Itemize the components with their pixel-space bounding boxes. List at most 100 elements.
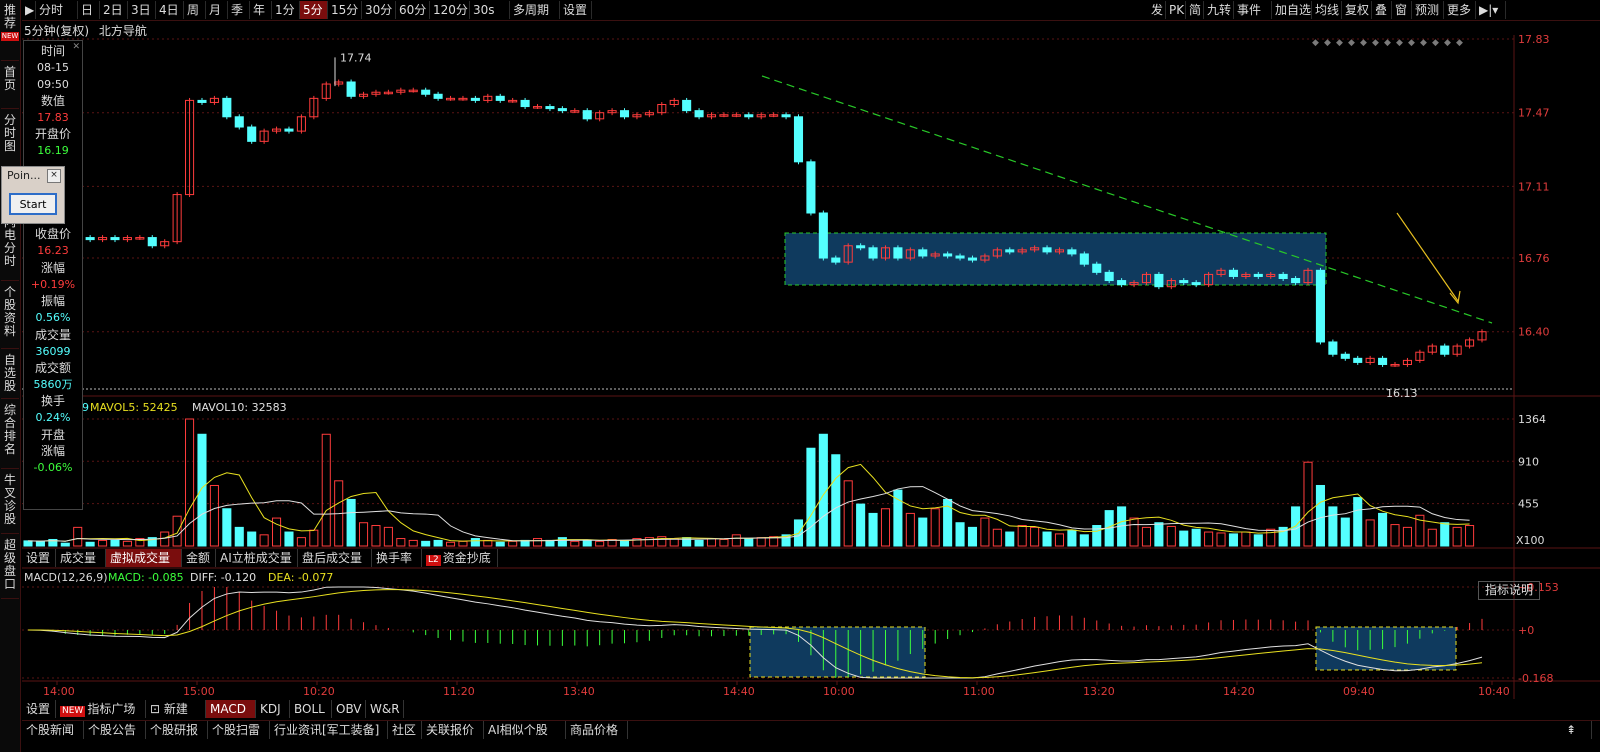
period-3[interactable]: 3日 — [128, 1, 156, 19]
period-0[interactable]: 分时 — [36, 1, 78, 19]
volume-bar — [1340, 517, 1350, 547]
start-button[interactable]: Start — [9, 193, 57, 215]
panel-close-icon[interactable]: ✕ — [72, 42, 80, 52]
period-17[interactable]: 设置 — [560, 1, 592, 19]
time-axis-label: 13:40 — [563, 685, 595, 698]
candle-body — [147, 237, 157, 247]
toolbar-right-11[interactable]: 更多 — [1444, 1, 1476, 19]
toolbar-right-5[interactable]: 加自选 — [1272, 1, 1312, 19]
toolbar-right-6[interactable]: 均线 — [1312, 1, 1342, 19]
indicator-tab-5[interactable]: BOLL — [290, 700, 332, 718]
period-9[interactable]: 1分 — [272, 1, 300, 19]
volume-tab-5[interactable]: 盘后成交量 — [298, 549, 372, 567]
volume-tab-6[interactable]: 换手率 — [372, 549, 422, 567]
candle-body — [868, 247, 878, 259]
volume-tab-3[interactable]: 金额 — [182, 549, 216, 567]
time-value: 09:50 — [37, 78, 69, 91]
period-14[interactable]: 120分 — [430, 1, 470, 19]
volume-tick-label: 910 — [1518, 455, 1539, 468]
indicator-tab-0[interactable]: 设置 — [22, 700, 56, 718]
period-6[interactable]: 月 — [206, 1, 228, 19]
bottom-tab-1[interactable]: 个股公告 — [84, 721, 146, 739]
bottom-tab-8[interactable]: 商品价格 — [566, 721, 628, 739]
period-7[interactable]: 季 — [228, 1, 250, 19]
volume-bar — [433, 539, 443, 547]
volume-bar — [1228, 533, 1238, 547]
toolbar-right-0[interactable]: 发 — [1148, 1, 1166, 19]
bottom-tab-3[interactable]: 个股扫雷 — [208, 721, 270, 739]
bottom-tab-5[interactable]: 社区 — [388, 721, 422, 739]
volume-bar — [172, 515, 182, 547]
toolbar-right-8[interactable]: 叠 — [1372, 1, 1392, 19]
period-13[interactable]: 60分 — [396, 1, 430, 19]
volume-tab-4[interactable]: AI立桩成交量 — [216, 549, 298, 567]
indicator-tab-3[interactable]: MACD — [206, 700, 256, 718]
macd-dea-label: DEA: -0.077 — [268, 571, 333, 584]
amt-label: 成交额 — [34, 361, 71, 375]
toolbar-right-1[interactable]: PK — [1166, 1, 1186, 19]
volume-bar — [880, 508, 891, 547]
period-15[interactable]: 30s — [470, 1, 510, 19]
period-8[interactable]: 年 — [250, 1, 272, 19]
period-1[interactable]: 日 — [78, 1, 100, 19]
drawing-tool-icon: ◆ — [1456, 38, 1463, 48]
expand-up-icon[interactable]: ⇞ — [1562, 721, 1592, 739]
volume-bar — [856, 503, 866, 547]
indicator-tab-2[interactable]: ⊡ 新建 — [146, 700, 206, 718]
vol-label: 成交量 — [34, 328, 71, 342]
toolbar-right-4[interactable]: 事件 — [1234, 1, 1272, 19]
volume-bar — [247, 531, 257, 547]
bottom-tab-4[interactable]: 行业资讯[军工装备] — [270, 721, 388, 739]
high-price-label: 17.74 — [340, 51, 372, 64]
period-4[interactable]: 4日 — [156, 1, 184, 19]
volume-tab-2[interactable]: 虚拟成交量 — [106, 549, 182, 567]
period-16[interactable]: 多周期 — [510, 1, 560, 19]
candle-body — [1104, 271, 1114, 282]
indicator-tab-7[interactable]: W&R — [366, 700, 404, 718]
left-nav-item-7[interactable]: 牛叉诊股 — [1, 470, 19, 534]
candle-body — [1005, 249, 1015, 253]
indicator-tab-1[interactable]: NEW 指标广场 — [56, 700, 146, 718]
left-nav-item-5[interactable]: 自选股 — [1, 350, 19, 399]
indicator-help-button[interactable]: 指标说明 — [1478, 581, 1541, 600]
bottom-tab-6[interactable]: 关联报价 — [422, 721, 484, 739]
volume-bar — [396, 538, 406, 547]
candle-body — [1328, 341, 1338, 355]
volume-bar — [1141, 526, 1152, 547]
toolbar-right-10[interactable]: 预测 — [1412, 1, 1444, 19]
toolbar-right-9[interactable]: 窗 — [1392, 1, 1412, 19]
period-10[interactable]: 5分 — [300, 1, 328, 19]
volume-tab-7[interactable]: L2 资金抄底 — [422, 549, 498, 567]
bottom-tab-0[interactable]: 个股新闻 — [22, 721, 84, 739]
volume-bar — [483, 539, 493, 547]
indicator-tab-label: 指标广场 — [87, 702, 136, 716]
play-icon[interactable]: ▶ — [22, 1, 36, 19]
candle-body — [1278, 273, 1288, 280]
volume-tab-1[interactable]: 成交量 — [56, 549, 106, 567]
left-nav-item-8[interactable]: 超级盘口 — [1, 535, 19, 599]
volume-bar — [868, 512, 878, 547]
left-nav-item-1[interactable]: 首页 — [1, 62, 19, 109]
period-5[interactable]: 周 — [184, 1, 206, 19]
toolbar-collapse-icon[interactable]: ▶|▾ — [1476, 1, 1506, 19]
period-12[interactable]: 30分 — [362, 1, 396, 19]
bottom-tab-7[interactable]: AI相似个股 — [484, 721, 566, 739]
period-11[interactable]: 15分 — [328, 1, 362, 19]
volume-bar — [905, 512, 915, 547]
period-2[interactable]: 2日 — [100, 1, 128, 19]
left-nav-item-0[interactable]: 推荐 NEW — [1, 0, 19, 61]
toolbar-right-7[interactable]: 复权 — [1342, 1, 1372, 19]
toolbar-right-2[interactable]: 简 — [1186, 1, 1204, 19]
price-tick-label: 17.11 — [1518, 180, 1550, 193]
volume-tab-0[interactable]: 设置 — [22, 549, 56, 567]
bottom-tab-2[interactable]: 个股研报 — [146, 721, 208, 739]
popup-close-button[interactable]: × — [47, 169, 61, 183]
toolbar-right-3[interactable]: 九转 — [1204, 1, 1234, 19]
indicator-tab-4[interactable]: KDJ — [256, 700, 290, 718]
indicator-tab-6[interactable]: OBV — [332, 700, 366, 718]
left-nav-item-6[interactable]: 综合排名 — [1, 400, 19, 469]
volume-bar — [1390, 524, 1400, 547]
volume-bar — [557, 537, 567, 547]
left-nav-item-4[interactable]: 个股资料 — [1, 282, 19, 349]
candle-body — [1092, 263, 1102, 273]
